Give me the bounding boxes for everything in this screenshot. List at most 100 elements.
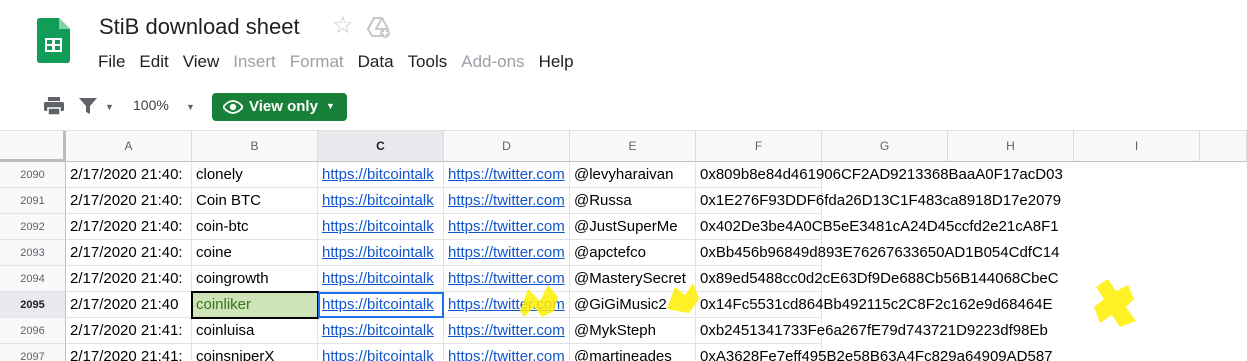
cell-empty[interactable] (1074, 266, 1200, 292)
filter-dropdown-caret-icon[interactable]: ▼ (105, 102, 114, 112)
cell-empty[interactable] (1074, 318, 1200, 344)
column-header-d[interactable]: D (444, 131, 570, 162)
table-row: 2093 2/17/2020 21:40: coine https://bitcoin… (0, 240, 1247, 266)
menu-data[interactable]: Data (351, 51, 401, 73)
row-header[interactable]: 2092 (0, 214, 66, 240)
cell-c[interactable]: https://bitcointalk (318, 162, 444, 188)
cell-empty[interactable] (1074, 292, 1200, 318)
sheets-logo-icon[interactable] (37, 18, 70, 63)
cell-e[interactable]: @MasterySecret (570, 266, 696, 292)
cell-empty[interactable] (1074, 344, 1200, 361)
cell-f[interactable]: 0xb2451341733Fe6a267fE79d743721D9223df98… (696, 318, 1048, 344)
menu-format[interactable]: Format (283, 51, 351, 73)
view-only-label: View only (249, 98, 318, 115)
cell-b[interactable]: coingrowth (192, 266, 318, 292)
cell-d[interactable]: https://twitter.com (444, 266, 570, 292)
cell-e[interactable]: @levyharaivan (570, 162, 696, 188)
cell-empty[interactable] (1074, 240, 1200, 266)
cell-a[interactable]: 2/17/2020 21:40 (66, 292, 192, 318)
cell-b[interactable]: clonely (192, 162, 318, 188)
menu-help[interactable]: Help (532, 51, 581, 73)
cell-c[interactable]: https://bitcointalk (318, 266, 444, 292)
cell-e[interactable]: @apctefco (570, 240, 696, 266)
row-header[interactable]: 2091 (0, 188, 66, 214)
cell-e[interactable]: @martineades (570, 344, 696, 361)
cell-b[interactable]: coinliker (192, 292, 318, 318)
column-header-c[interactable]: C (318, 131, 444, 162)
column-header-e[interactable]: E (570, 131, 696, 162)
select-all-corner[interactable] (0, 131, 66, 162)
row-header[interactable]: 2094 (0, 266, 66, 292)
cell-a[interactable]: 2/17/2020 21:41: (66, 344, 192, 361)
cell-e[interactable]: @GiGiMusic2 (570, 292, 696, 318)
cell-empty[interactable] (1074, 162, 1200, 188)
cell-e[interactable]: @MykSteph (570, 318, 696, 344)
print-icon[interactable] (44, 97, 64, 115)
cell-c[interactable]: https://bitcointalk (318, 318, 444, 344)
menu-file[interactable]: File (91, 51, 132, 73)
cell-a[interactable]: 2/17/2020 21:40: (66, 188, 192, 214)
document-title[interactable]: StiB download sheet (99, 14, 300, 40)
cell-d[interactable]: https://twitter.com (444, 318, 570, 344)
zoom-dropdown-caret-icon[interactable]: ▼ (186, 102, 195, 112)
table-row: 2092 2/17/2020 21:40: coin-btc https://bitc… (0, 214, 1247, 240)
menu-edit[interactable]: Edit (132, 51, 175, 73)
cell-c[interactable]: https://bitcointalk (318, 188, 444, 214)
menu-add-ons[interactable]: Add-ons (454, 51, 531, 73)
cell-d[interactable]: https://twitter.com (444, 162, 570, 188)
column-header-h[interactable]: H (948, 131, 1074, 162)
spreadsheet-grid[interactable]: A B C D E F G H I 2090 2/17/2020 21:40: clonely http… (0, 131, 1247, 361)
column-header-i[interactable]: I (1074, 131, 1200, 162)
cell-f[interactable]: 0x14Fc5531cd864Bb492115c2C8F2c162e9d6846… (696, 292, 1053, 318)
cell-b[interactable]: Coin BTC (192, 188, 318, 214)
cell-b[interactable]: coine (192, 240, 318, 266)
cell-b[interactable]: coin-btc (192, 214, 318, 240)
star-icon[interactable]: ☆ (332, 14, 354, 38)
row-header[interactable]: 2095 (0, 292, 66, 318)
cell-f[interactable]: 0xBb456b96849d893E76267633650AD1B054CdfC… (696, 240, 1059, 266)
cell-f[interactable]: 0x1E276F93DDF6fda26D13C1F483ca8918D17e20… (696, 188, 1061, 214)
row-header[interactable]: 2093 (0, 240, 66, 266)
cell-f[interactable]: 0x89ed5488cc0d2cE63Df9De688Cb56B144068Cb… (696, 266, 1059, 292)
column-header-g[interactable]: G (822, 131, 948, 162)
column-header-b[interactable]: B (192, 131, 318, 162)
menu-view[interactable]: View (176, 51, 227, 73)
cell-d[interactable]: https://twitter.com (444, 214, 570, 240)
filter-icon[interactable] (79, 97, 97, 115)
cell-d[interactable]: https://twitter.com (444, 240, 570, 266)
cell-empty[interactable] (1074, 188, 1200, 214)
cell-f[interactable]: 0x402De3be4A0CB5eE3481cA24D45ccfd2e21cA8… (696, 214, 1059, 240)
move-to-drive-icon[interactable] (366, 15, 390, 39)
cell-a[interactable]: 2/17/2020 21:40: (66, 240, 192, 266)
row-header[interactable]: 2097 (0, 344, 66, 361)
cell-a[interactable]: 2/17/2020 21:40: (66, 162, 192, 188)
menu-tools[interactable]: Tools (401, 51, 455, 73)
cell-c[interactable]: https://bitcointalk (318, 240, 444, 266)
view-only-button[interactable]: View only ▼ (212, 93, 347, 121)
cell-empty[interactable] (1074, 214, 1200, 240)
cell-c[interactable]: https://bitcointalk (318, 214, 444, 240)
cell-c[interactable]: https://bitcointalk (318, 344, 444, 361)
cell-d[interactable]: https://twitter.com (444, 188, 570, 214)
row-header[interactable]: 2096 (0, 318, 66, 344)
cell-a[interactable]: 2/17/2020 21:41: (66, 318, 192, 344)
table-row: 2094 2/17/2020 21:40: coingrowth https://bi… (0, 266, 1247, 292)
row-header[interactable]: 2090 (0, 162, 66, 188)
cell-e[interactable]: @JustSuperMe (570, 214, 696, 240)
column-header-f[interactable]: F (696, 131, 822, 162)
cell-d[interactable]: https://twitter.com (444, 344, 570, 361)
cell-c[interactable]: https://bitcointalk (318, 292, 444, 318)
cell-f[interactable]: 0xA3628Fe7eff495B2e58B63A4Fc829a64909AD5… (696, 344, 1053, 361)
cell-b[interactable]: coinluisa (192, 318, 318, 344)
column-header-next[interactable] (1200, 131, 1247, 162)
cell-f[interactable]: 0x809b8e84d461906CF2AD9213368BaaA0F17acD… (696, 162, 1063, 188)
cell-d[interactable]: https://twitter.com (444, 292, 570, 318)
cell-a[interactable]: 2/17/2020 21:40: (66, 214, 192, 240)
cell-e[interactable]: @Russa (570, 188, 696, 214)
cell-a[interactable]: 2/17/2020 21:40: (66, 266, 192, 292)
zoom-select[interactable]: 100% (133, 97, 169, 113)
menu-insert[interactable]: Insert (226, 51, 283, 73)
cell-b[interactable]: coinsniperX (192, 344, 318, 361)
column-header-a[interactable]: A (66, 131, 192, 162)
table-row: 2097 2/17/2020 21:41: coinsniperX https://b… (0, 344, 1247, 361)
